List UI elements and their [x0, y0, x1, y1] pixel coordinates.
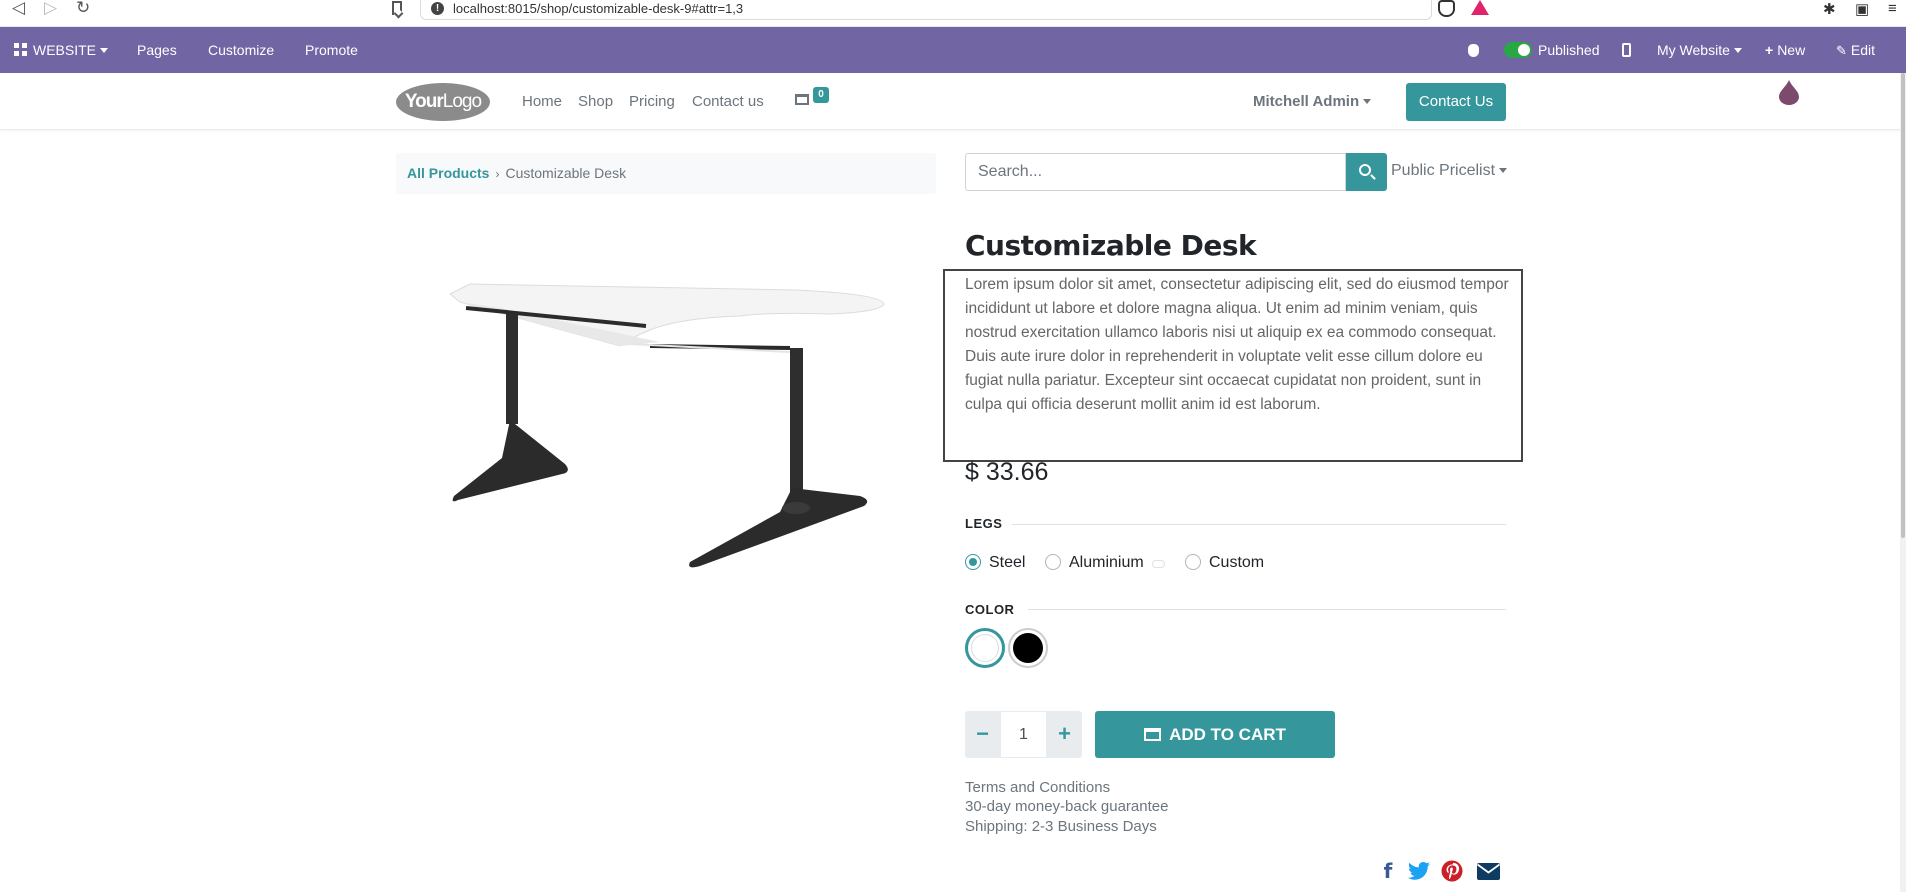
legs-option-custom[interactable]: Custom: [1185, 553, 1264, 573]
theme-drop-icon[interactable]: [1778, 79, 1800, 105]
wallet-icon[interactable]: ▣: [1855, 0, 1869, 18]
extra-price-indicator: [1152, 560, 1165, 568]
new-button[interactable]: + New: [1765, 27, 1805, 73]
browser-toolbar: ◁ ▷ ↻ ! localhost:8015/shop/customizable…: [0, 0, 1906, 27]
caret-down-icon: [1363, 99, 1372, 104]
add-to-cart-button[interactable]: ADD TO CART: [1095, 711, 1335, 758]
edit-label: Edit: [1850, 42, 1876, 58]
new-label: New: [1777, 42, 1806, 58]
quantity-input[interactable]: [1000, 711, 1047, 758]
edit-button[interactable]: ✎ Edit: [1836, 27, 1875, 73]
twitter-share-icon[interactable]: [1407, 858, 1431, 884]
color-swatch-black[interactable]: [1008, 628, 1048, 668]
extensions-icon[interactable]: ✱: [1823, 0, 1836, 18]
facebook-share-icon[interactable]: f: [1381, 858, 1395, 884]
publish-toggle[interactable]: Published: [1504, 27, 1600, 73]
color-swatch-fill: [971, 634, 999, 662]
back-icon[interactable]: ◁: [12, 0, 25, 18]
logo-text-bold: Your: [404, 91, 444, 112]
legs-option-label: Custom: [1209, 554, 1265, 571]
customize-menu[interactable]: Customize: [208, 27, 274, 73]
legs-option-label: Steel: [989, 554, 1026, 571]
add-to-cart-label: ADD TO CART: [1169, 725, 1286, 744]
page-scrollbar[interactable]: [1900, 73, 1906, 892]
shopping-cart-icon[interactable]: [795, 94, 809, 105]
contact-us-button[interactable]: Contact Us: [1406, 83, 1506, 121]
search-input[interactable]: [965, 153, 1346, 191]
app-menu-button[interactable]: WEBSITE: [14, 27, 109, 73]
cart-count-badge: 0: [813, 87, 829, 103]
caret-down-icon: [1499, 168, 1508, 173]
breadcrumb: All Products › Customizable Desk: [396, 153, 936, 194]
apps-grid-icon: [14, 43, 27, 56]
bug-icon: [1468, 44, 1479, 57]
color-swatch-white[interactable]: [965, 628, 1005, 668]
product-description: Lorem ipsum dolor sit amet, consectetur …: [965, 276, 1509, 413]
user-menu[interactable]: Mitchell Admin: [1253, 73, 1372, 130]
website-label: My Website: [1657, 42, 1730, 58]
legs-attribute-label: LEGS: [965, 516, 1003, 531]
legs-option-aluminium[interactable]: Aluminium: [1045, 553, 1144, 573]
promote-menu[interactable]: Promote: [305, 27, 358, 73]
forward-icon[interactable]: ▷: [44, 0, 57, 18]
reload-icon[interactable]: ↻: [76, 0, 90, 18]
site-header: YourLogo Home Shop Pricing Contact us 0 …: [0, 73, 1906, 130]
website-switcher[interactable]: My Website: [1657, 27, 1742, 73]
mobile-icon: [1622, 43, 1631, 57]
site-logo[interactable]: YourLogo: [396, 83, 490, 121]
caret-down-icon: [100, 48, 109, 53]
nav-contact-us[interactable]: Contact us: [692, 73, 764, 130]
pricelist-dropdown[interactable]: Public Pricelist: [1391, 153, 1508, 191]
brave-rewards-icon[interactable]: [1471, 0, 1489, 15]
email-share-icon[interactable]: [1476, 858, 1501, 884]
plus-icon: +: [1765, 42, 1774, 58]
quantity-increase-button[interactable]: +: [1047, 711, 1082, 758]
breadcrumb-all-products[interactable]: All Products: [407, 165, 489, 181]
caret-down-icon: [1733, 48, 1742, 53]
site-info-icon[interactable]: !: [431, 2, 444, 15]
address-bar[interactable]: ! localhost:8015/shop/customizable-desk-…: [420, 0, 1432, 20]
search-button[interactable]: [1346, 153, 1387, 191]
pinterest-share-icon[interactable]: [1441, 858, 1463, 884]
radio-icon: [1045, 554, 1061, 570]
nav-shop[interactable]: Shop: [578, 73, 613, 130]
chevron-right-icon: ›: [495, 167, 500, 181]
pencil-icon: ✎: [1836, 43, 1847, 58]
product-title: Customizable Desk: [965, 229, 1257, 262]
nav-pricing[interactable]: Pricing: [629, 73, 675, 130]
brave-shield-icon[interactable]: [1438, 0, 1455, 17]
breadcrumb-current: Customizable Desk: [505, 165, 627, 181]
radio-icon: [1185, 554, 1201, 570]
product-image: [449, 283, 885, 568]
published-label: Published: [1538, 42, 1600, 58]
scrollbar-thumb[interactable]: [1901, 73, 1905, 538]
website-admin-bar: WEBSITE Pages Customize Promote Publishe…: [0, 27, 1906, 73]
legs-option-label: Aluminium: [1069, 554, 1144, 571]
color-swatch-fill: [1013, 633, 1043, 663]
divider: [1028, 609, 1506, 610]
guarantee-text: 30-day money-back guarantee: [965, 798, 1169, 815]
divider: [1012, 524, 1506, 525]
mobile-preview-button[interactable]: [1622, 27, 1631, 73]
nav-home[interactable]: Home: [522, 73, 562, 130]
menu-icon[interactable]: ≡: [1888, 0, 1897, 17]
user-name: Mitchell Admin: [1253, 93, 1360, 110]
url-text: localhost:8015/shop/customizable-desk-9#…: [453, 1, 744, 16]
cart-icon: [1144, 728, 1162, 741]
shipping-text: Shipping: 2-3 Business Days: [965, 818, 1157, 835]
terms-and-conditions-link[interactable]: Terms and Conditions: [965, 779, 1110, 796]
bookmark-icon[interactable]: [392, 1, 402, 15]
color-attribute-label: COLOR: [965, 602, 1015, 617]
search-icon: [1359, 164, 1371, 176]
legs-option-steel[interactable]: Steel: [965, 553, 1025, 573]
logo-text: Logo: [442, 91, 482, 112]
pricelist-label: Public Pricelist: [1391, 162, 1496, 179]
quantity-decrease-button[interactable]: −: [965, 711, 1000, 758]
pages-menu[interactable]: Pages: [137, 27, 177, 73]
radio-checked-icon: [965, 554, 981, 570]
debug-button[interactable]: [1468, 27, 1479, 73]
app-menu-label: WEBSITE: [33, 42, 97, 58]
toggle-switch-icon: [1504, 42, 1532, 58]
product-price: $ 33.66: [965, 458, 1049, 486]
